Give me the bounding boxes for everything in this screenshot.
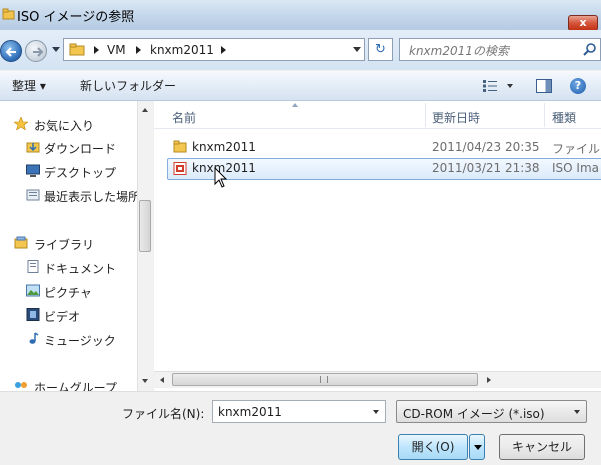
file-type: ファイル [552, 142, 601, 156]
filename-value[interactable]: knxm2011 [218, 405, 282, 419]
close-button[interactable]: x [568, 15, 598, 31]
window-title: ISO イメージの参照 [17, 10, 135, 25]
sort-ascending-icon [292, 103, 298, 107]
library-icon [14, 236, 28, 249]
navigation-pane[interactable]: お気に入り ダウンロード デスクトップ 最近表示した場所 ライブラリ ドキュメン… [0, 101, 137, 391]
star-icon [14, 117, 28, 130]
file-modified: 2011/04/23 20:35 [432, 140, 540, 154]
column-type[interactable]: 種類 [552, 109, 576, 126]
forward-arrow-icon [33, 47, 44, 57]
sidebar-item-documents[interactable]: ドキュメント [44, 260, 116, 277]
sidebar-scroll-thumb[interactable] [139, 200, 151, 252]
file-modified: 2011/03/21 21:38 [432, 161, 540, 175]
column-divider[interactable] [544, 103, 545, 127]
recent-places-icon [26, 189, 40, 201]
back-button[interactable] [0, 40, 22, 62]
preview-pane-icon[interactable] [536, 79, 552, 93]
search-placeholder: knxm2011の検索 [409, 44, 509, 58]
scroll-grip-icon [320, 376, 328, 383]
chevron-right-icon[interactable] [136, 46, 141, 54]
sidebar-item-music[interactable]: ミュージック [44, 332, 116, 349]
column-modified[interactable]: 更新日時 [432, 109, 480, 126]
sidebar-item-downloads[interactable]: ダウンロード [44, 140, 116, 157]
folder-icon [69, 43, 85, 56]
homegroup-icon [15, 382, 27, 388]
search-icon[interactable] [583, 42, 597, 56]
chevron-down-icon[interactable] [574, 410, 580, 414]
column-name[interactable]: 名前 [172, 109, 196, 126]
scroll-right-arrow[interactable] [487, 377, 491, 383]
filename-label: ファイル名(N): [122, 407, 205, 421]
sidebar-item-homegroup[interactable]: ホームグループ [34, 379, 117, 391]
column-header [154, 101, 601, 129]
picture-icon [26, 284, 40, 297]
forward-button[interactable] [25, 40, 47, 62]
downloads-folder-icon [26, 142, 40, 153]
breadcrumb-item-knxm2011[interactable]: knxm2011 [150, 43, 214, 57]
breadcrumb-item-vm[interactable]: VM [107, 43, 126, 57]
file-type-filter-value[interactable]: CD-ROM イメージ (*.iso) [403, 405, 545, 422]
file-type: ISO Ima [552, 161, 599, 175]
file-name[interactable]: knxm2011 [192, 140, 256, 154]
iso-file-icon [173, 162, 187, 175]
desktop-icon [26, 164, 40, 177]
cancel-button[interactable]: キャンセル [499, 434, 585, 460]
scroll-down-arrow[interactable] [142, 379, 148, 383]
chevron-right-icon[interactable] [221, 46, 226, 54]
new-folder-button[interactable]: 新しいフォルダー [80, 77, 176, 94]
sidebar-item-pictures[interactable]: ピクチャ [44, 284, 92, 301]
column-divider[interactable] [425, 103, 426, 127]
recent-pages-dropdown[interactable] [52, 47, 60, 52]
sidebar-item-libraries[interactable]: ライブラリ [34, 236, 94, 253]
folder-search-icon [2, 8, 15, 20]
view-dropdown[interactable] [507, 84, 513, 88]
address-dropdown[interactable] [353, 47, 361, 52]
sidebar-item-videos[interactable]: ビデオ [44, 308, 80, 325]
organize-button[interactable]: 整理 ▾ [12, 77, 46, 94]
help-icon[interactable]: ? [570, 78, 586, 94]
scroll-up-arrow[interactable] [142, 108, 148, 112]
chevron-down-icon [474, 445, 482, 450]
mouse-cursor-icon [214, 167, 228, 188]
view-options-icon[interactable] [483, 80, 497, 92]
filename-dropdown[interactable] [373, 410, 379, 414]
refresh-button[interactable]: ↻ [368, 38, 393, 61]
video-icon [26, 308, 40, 321]
back-arrow-icon [5, 47, 16, 57]
scroll-left-arrow[interactable] [160, 377, 164, 383]
sidebar-item-recent-places[interactable]: 最近表示した場所 [44, 188, 137, 205]
music-icon [29, 332, 39, 344]
document-icon [27, 260, 39, 273]
folder-icon [173, 140, 187, 153]
chevron-right-icon[interactable] [94, 46, 99, 54]
sidebar-item-favorites[interactable]: お気に入り [34, 117, 94, 134]
open-button[interactable]: 開く(O) [398, 434, 468, 460]
sidebar-item-desktop[interactable]: デスクトップ [44, 164, 116, 181]
